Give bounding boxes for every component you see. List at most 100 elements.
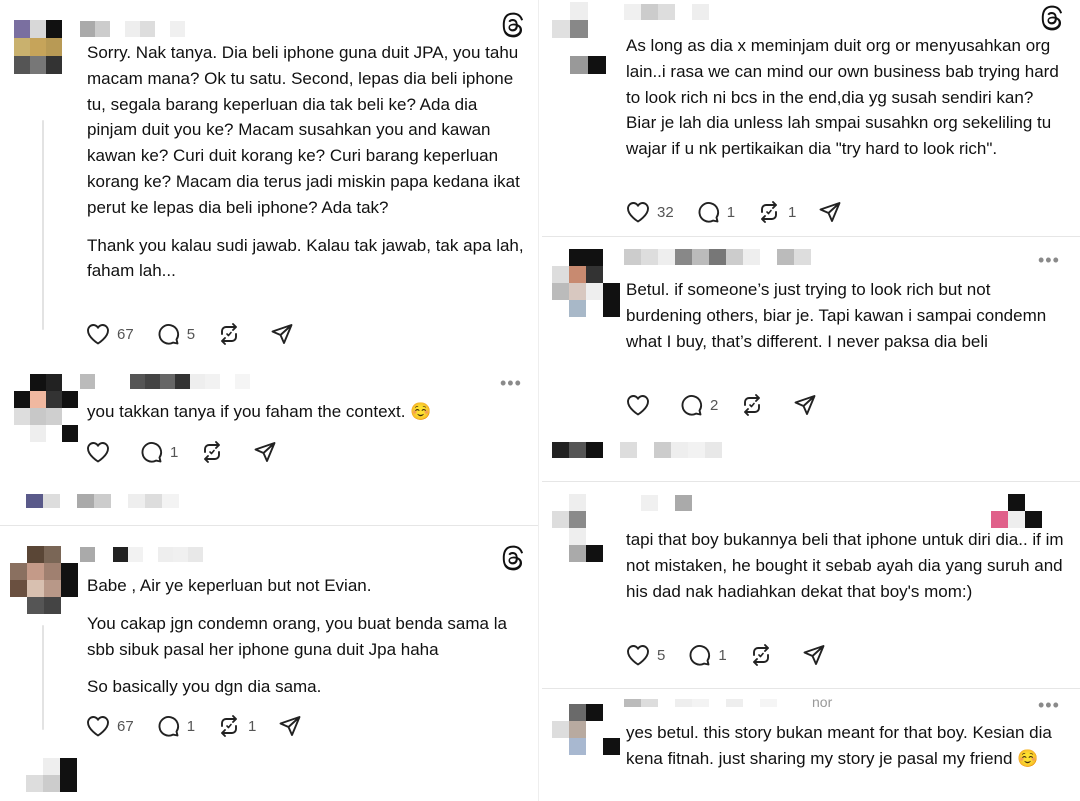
reply-button[interactable]: 1 (156, 714, 195, 738)
avatar[interactable] (552, 704, 620, 755)
redacted-overlay (974, 494, 1042, 528)
share-icon (279, 716, 301, 736)
repost-icon (761, 201, 777, 223)
reply-count: 1 (186, 717, 196, 735)
reply-button[interactable]: 1 (139, 440, 178, 464)
repost-icon (744, 394, 761, 416)
repost-button[interactable] (200, 440, 231, 464)
post-body: Betul. if someone’s just trying to look … (626, 277, 1066, 354)
more-icon[interactable]: ••• (1038, 251, 1060, 269)
like-count: 32 (657, 203, 674, 221)
post-body: Babe , Air ye keperluan but not Evian. Y… (87, 573, 527, 700)
like-button[interactable]: 67 (86, 323, 134, 345)
share-icon (803, 645, 825, 665)
post-paragraph: tapi that boy bukannya beli that iphone … (626, 530, 1064, 601)
post-paragraph: Babe , Air ye keperluan but not Evian. (87, 576, 372, 595)
repost-icon (752, 644, 769, 666)
avatar (26, 494, 179, 508)
repost-button[interactable]: 1 (217, 714, 256, 738)
reply-button[interactable]: 2 (679, 393, 718, 417)
left-screenshot: Sorry. Nak tanya. Dia beli iphone guna d… (0, 0, 538, 801)
post-paragraph: As long as dia x meminjam duit org or me… (626, 36, 1059, 159)
post-body: yes betul. this story bukan meant for th… (626, 720, 1066, 772)
share-button[interactable] (278, 714, 302, 738)
share-button[interactable] (818, 200, 842, 224)
avatar[interactable] (552, 494, 620, 562)
post-paragraph: Betul. if someone’s just trying to look … (626, 280, 1047, 351)
heart-icon (87, 442, 109, 463)
threads-logo-icon[interactable] (1038, 5, 1064, 31)
like-count: 67 (117, 325, 134, 343)
share-button[interactable] (253, 440, 277, 464)
reply-count: 2 (710, 396, 719, 414)
repost-button[interactable] (217, 322, 248, 346)
like-count: 5 (657, 646, 666, 664)
username-redacted (624, 249, 828, 265)
threads-logo-icon[interactable] (499, 545, 525, 571)
thread-line (42, 120, 44, 330)
like-button[interactable]: 32 (626, 201, 674, 223)
post-body: Sorry. Nak tanya. Dia beli iphone guna d… (87, 40, 527, 284)
heart-icon (627, 202, 649, 223)
reply-count: 1 (170, 443, 179, 461)
reply-count: 1 (718, 646, 727, 664)
section-divider (542, 481, 1080, 482)
more-icon[interactable]: ••• (1038, 696, 1060, 714)
comment-icon (158, 716, 179, 737)
post-paragraph: You cakap jgn condemn orang, you buat be… (87, 613, 507, 659)
reply-button[interactable]: 1 (687, 643, 727, 667)
comment-icon (681, 395, 703, 416)
repost-count: 1 (788, 203, 797, 221)
repost-button[interactable] (749, 643, 780, 667)
username-redacted (80, 21, 185, 37)
post-paragraph: So basically you dgn dia sama. (87, 677, 322, 697)
comment-icon (689, 645, 711, 666)
repost-icon (204, 441, 221, 463)
share-button[interactable] (793, 393, 817, 417)
like-button[interactable]: 5 (626, 644, 665, 666)
repost-button[interactable]: 1 (757, 200, 796, 224)
username-redacted (624, 495, 692, 511)
share-button[interactable] (802, 643, 826, 667)
username-redacted (624, 699, 794, 707)
post-actions: 5 1 (626, 641, 848, 669)
right-screenshot: As long as dia x meminjam duit org or me… (542, 0, 1080, 801)
post-actions: 67 5 (86, 320, 316, 348)
comment-icon (698, 202, 719, 223)
like-button[interactable] (86, 441, 117, 463)
repost-icon (221, 715, 237, 737)
username-redacted (80, 547, 203, 562)
post-actions: 1 (86, 438, 299, 466)
comment-icon (158, 324, 179, 345)
post-actions: 67 1 1 (86, 712, 324, 740)
like-count: 67 (117, 717, 134, 735)
share-icon (271, 324, 293, 344)
post-paragraph: Thank you kalau sudi jawab. Kalau tak ja… (87, 235, 524, 281)
post-body: As long as dia x meminjam duit org or me… (626, 33, 1066, 162)
avatar (26, 758, 77, 792)
avatar[interactable] (10, 546, 78, 614)
avatar[interactable] (14, 374, 78, 442)
repost-count: 1 (248, 717, 257, 735)
reply-count: 5 (186, 325, 196, 343)
comment-icon (141, 442, 163, 463)
section-divider (542, 236, 1080, 237)
repost-icon (221, 323, 237, 345)
threads-logo-icon[interactable] (499, 12, 525, 38)
repost-button[interactable] (740, 393, 771, 417)
avatar[interactable] (552, 249, 620, 317)
post-body: you takkan tanya if you faham the contex… (87, 399, 527, 425)
post-paragraph: yes betul. this story bukan meant for th… (626, 723, 1052, 768)
reply-button[interactable]: 5 (156, 322, 195, 346)
like-button[interactable]: 67 (86, 715, 134, 737)
share-icon (819, 202, 841, 222)
avatar[interactable] (552, 2, 606, 74)
like-button[interactable] (626, 394, 657, 416)
username-fragment: nor (812, 694, 833, 710)
share-button[interactable] (270, 322, 294, 346)
reply-button[interactable]: 1 (696, 200, 735, 224)
more-icon[interactable]: ••• (500, 374, 522, 392)
avatar[interactable] (14, 20, 78, 74)
thread-line (42, 625, 44, 730)
post-paragraph: Sorry. Nak tanya. Dia beli iphone guna d… (87, 43, 520, 217)
